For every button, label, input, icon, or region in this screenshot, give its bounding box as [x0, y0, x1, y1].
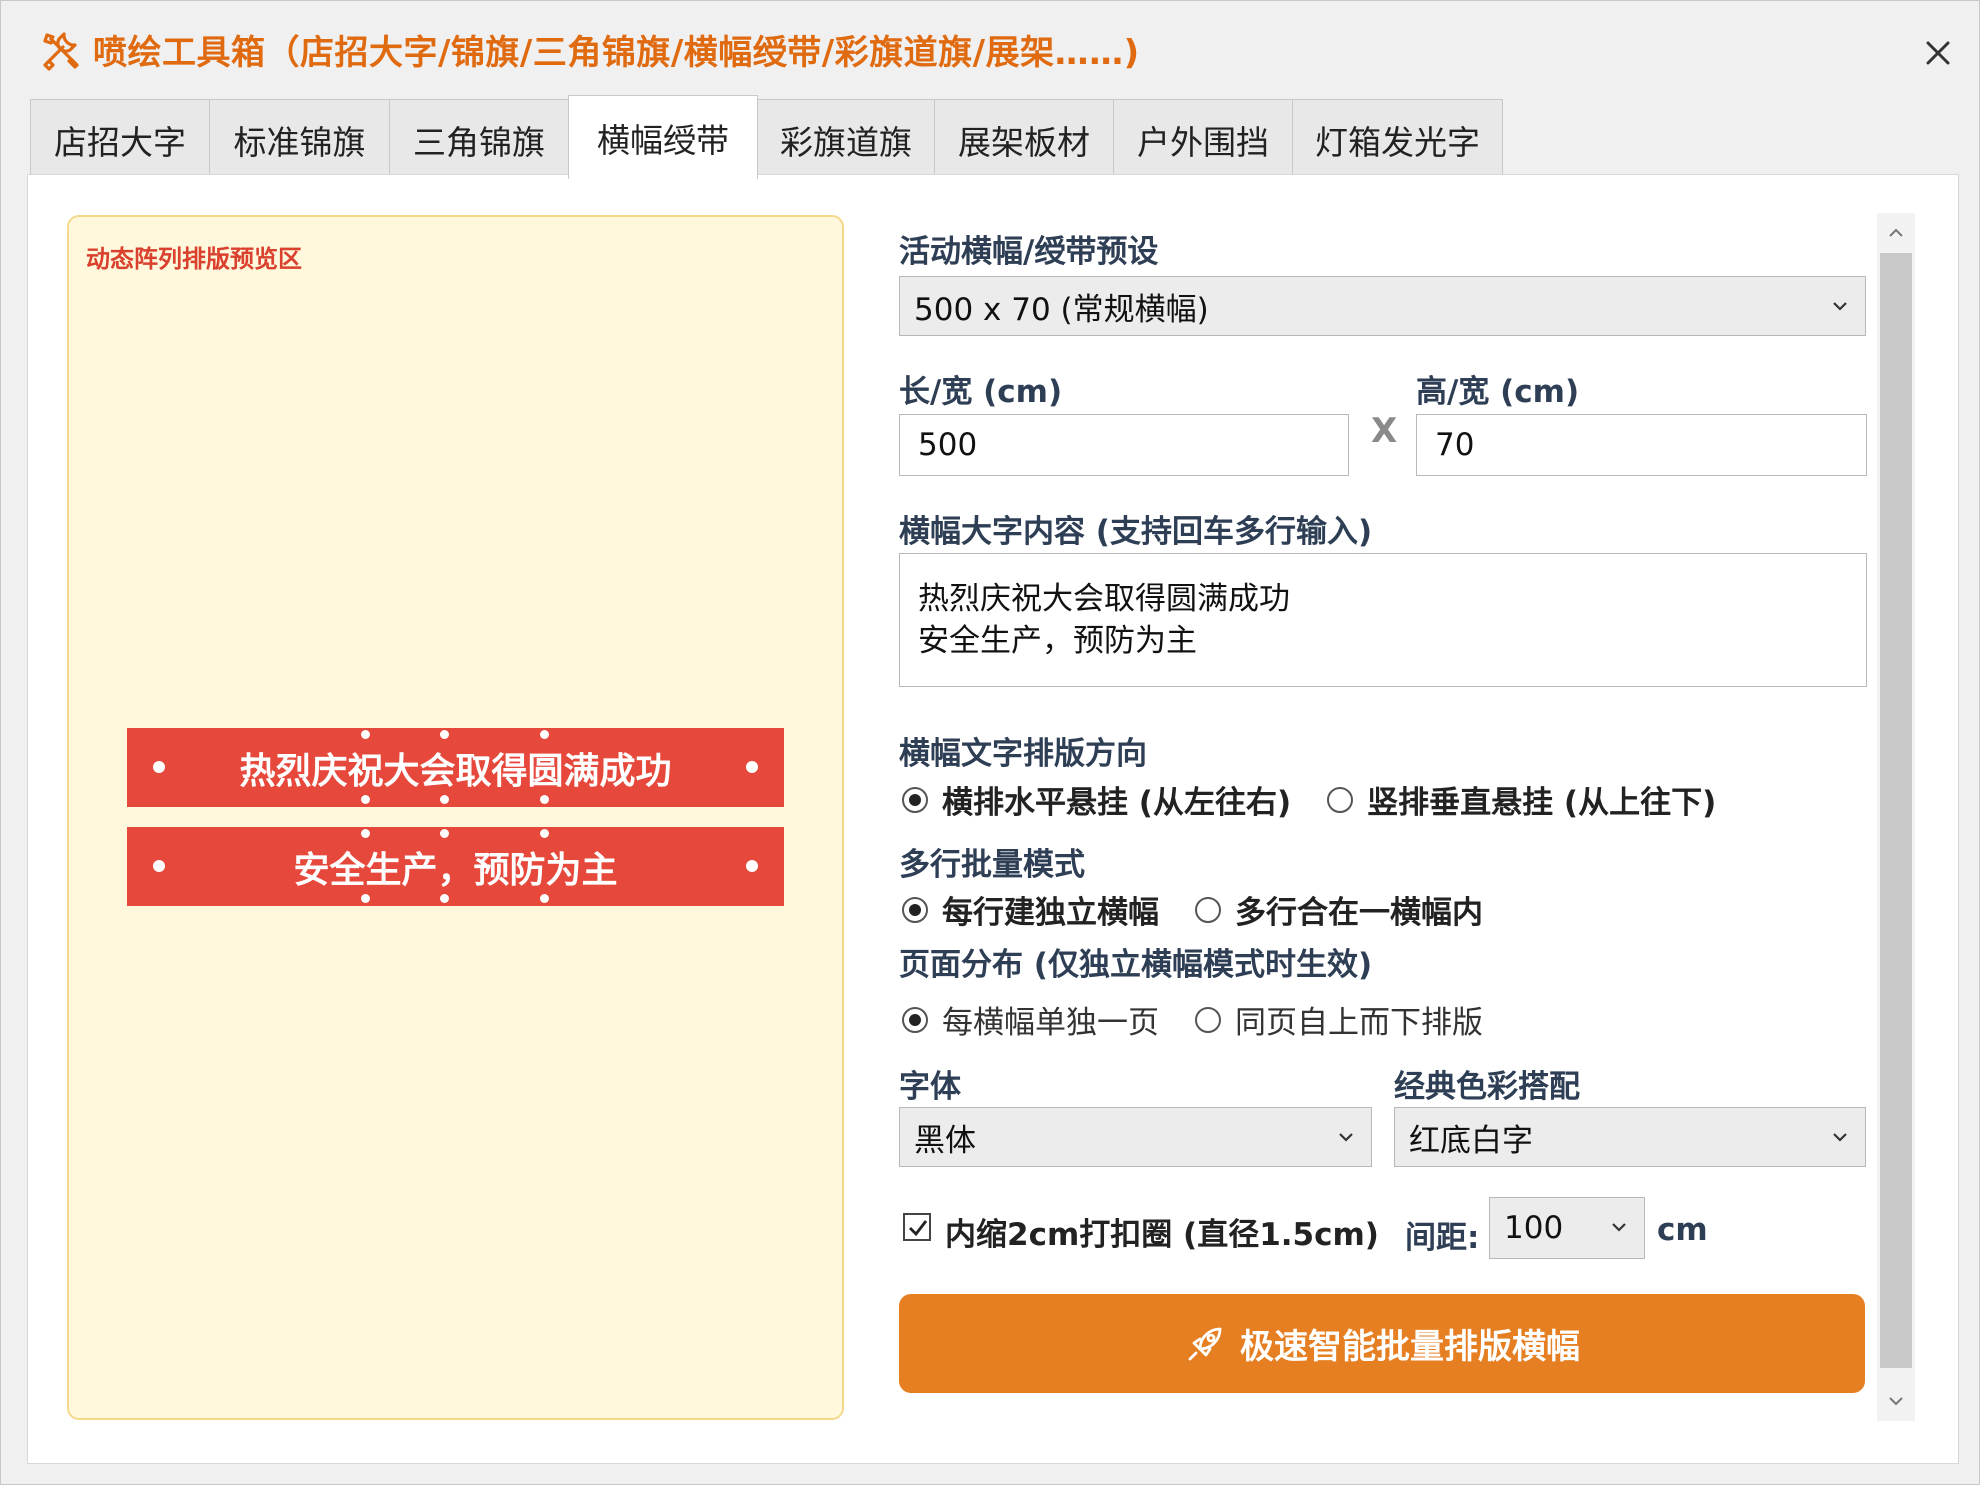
- font-value: 黑体: [914, 1122, 976, 1159]
- radio-stacked-page[interactable]: [1195, 1006, 1221, 1033]
- content-label: 横幅大字内容 (支持回车多行输入): [899, 514, 1373, 550]
- direction-options: 横排水平悬挂 (从左往右) 竖排垂直悬挂 (从上往下): [902, 777, 1752, 822]
- radio-combined-banner[interactable]: [1195, 896, 1221, 923]
- content-line: 安全生产，预防为主: [918, 623, 1197, 659]
- spacing-unit: cm: [1657, 1212, 1708, 1248]
- radio-vertical[interactable]: [1327, 786, 1354, 813]
- content-textarea[interactable]: 热烈庆祝大会取得圆满成功 安全生产，预防为主: [899, 553, 1867, 687]
- grommet: [540, 730, 549, 739]
- grommet: [746, 761, 758, 773]
- check-icon: [909, 1220, 928, 1237]
- tab-banner-sash[interactable]: 横幅绶带: [568, 95, 758, 179]
- radio-one-per-page-label: 每横幅单独一页: [942, 1005, 1159, 1041]
- radio-separate-banners-label: 每行建独立横幅: [942, 895, 1159, 931]
- grommet: [746, 860, 758, 872]
- grommet: [153, 860, 165, 872]
- tools-icon: [43, 32, 79, 71]
- batch-layout-button[interactable]: 极速智能批量排版横幅: [899, 1294, 1865, 1393]
- scroll-up-icon[interactable]: [1877, 213, 1915, 253]
- title-bar: 喷绘工具箱（店招大字/锦旗/三角锦旗/横幅绶带/彩旗道旗/展架……): [1, 1, 1980, 97]
- grommet: [361, 894, 370, 903]
- scroll-thumb[interactable]: [1880, 253, 1912, 1368]
- batch-layout-label: 极速智能批量排版横幅: [1240, 1327, 1580, 1367]
- grommet: [540, 795, 549, 804]
- chevron-down-icon: [1833, 1133, 1847, 1142]
- tab-display-stand[interactable]: 展架板材: [934, 99, 1114, 179]
- font-select[interactable]: 黑体: [899, 1107, 1372, 1167]
- grommet: [440, 795, 449, 804]
- window-title: 喷绘工具箱（店招大字/锦旗/三角锦旗/横幅绶带/彩旗道旗/展架……): [93, 33, 1140, 73]
- height-input[interactable]: 70: [1416, 414, 1867, 476]
- grommet: [361, 829, 370, 838]
- font-label: 字体: [899, 1069, 961, 1105]
- radio-combined-banner-label: 多行合在一横幅内: [1235, 895, 1483, 931]
- grommet: [540, 829, 549, 838]
- multiline-options: 每行建独立横幅 多行合在一横幅内: [902, 887, 1519, 932]
- radio-separate-banners[interactable]: [902, 896, 928, 923]
- tab-lightbox[interactable]: 灯箱发光字: [1292, 99, 1503, 179]
- page-options: 每横幅单独一页 同页自上而下排版: [902, 997, 1519, 1042]
- length-input[interactable]: 500: [899, 414, 1349, 476]
- color-scheme-select[interactable]: 红底白字: [1394, 1107, 1866, 1167]
- tab-triangle-pennant[interactable]: 三角锦旗: [389, 99, 569, 179]
- grommet-checkbox[interactable]: [903, 1213, 931, 1241]
- preset-select[interactable]: 500 x 70 (常规横幅): [899, 276, 1866, 336]
- grommet: [540, 894, 549, 903]
- rocket-icon: [1188, 1327, 1222, 1360]
- length-label: 长/宽 (cm): [899, 374, 1063, 410]
- radio-horizontal[interactable]: [902, 786, 928, 813]
- color-scheme-value: 红底白字: [1409, 1122, 1533, 1159]
- grommet: [361, 795, 370, 804]
- radio-vertical-label: 竖排垂直悬挂 (从上往下): [1367, 785, 1717, 821]
- banner-preview: 热烈庆祝大会取得圆满成功: [127, 728, 784, 807]
- spacing-select[interactable]: 100: [1489, 1197, 1645, 1259]
- banner-preview: 安全生产，预防为主: [127, 827, 784, 906]
- vertical-scrollbar[interactable]: [1877, 213, 1915, 1421]
- grommet-label: 内缩2cm打扣圈 (直径1.5cm): [945, 1217, 1379, 1253]
- grommet: [440, 829, 449, 838]
- direction-label: 横幅文字排版方向: [899, 736, 1147, 772]
- grommet: [153, 761, 165, 773]
- scroll-down-icon[interactable]: [1877, 1381, 1915, 1421]
- content-line: 热烈庆祝大会取得圆满成功: [918, 581, 1290, 617]
- height-label: 高/宽 (cm): [1416, 374, 1580, 410]
- multiline-label: 多行批量模式: [899, 847, 1085, 883]
- color-scheme-label: 经典色彩搭配: [1394, 1069, 1580, 1105]
- radio-horizontal-label: 横排水平悬挂 (从左往右): [942, 785, 1292, 821]
- preview-label: 动态阵列排版预览区: [86, 245, 302, 273]
- preset-value: 500 x 70 (常规横幅): [914, 291, 1209, 328]
- banner-text: 安全生产，预防为主: [293, 849, 618, 891]
- tab-outdoor-hoarding[interactable]: 户外围挡: [1113, 99, 1293, 179]
- tab-bar: 店招大字 标准锦旗 三角锦旗 横幅绶带 彩旗道旗 展架板材 户外围挡 灯箱发光字: [30, 95, 1503, 179]
- spacing-label: 间距:: [1405, 1220, 1480, 1256]
- tab-shop-sign[interactable]: 店招大字: [30, 99, 210, 179]
- page-label: 页面分布 (仅独立横幅模式时生效): [899, 947, 1373, 983]
- tab-flags[interactable]: 彩旗道旗: [757, 99, 935, 179]
- chevron-down-icon: [1833, 302, 1847, 311]
- radio-stacked-page-label: 同页自上而下排版: [1235, 1005, 1483, 1041]
- spacing-value: 100: [1504, 1210, 1564, 1246]
- grommet: [361, 730, 370, 739]
- radio-one-per-page[interactable]: [902, 1006, 928, 1033]
- toolbox-window: 喷绘工具箱（店招大字/锦旗/三角锦旗/横幅绶带/彩旗道旗/展架……) 店招大字 …: [0, 0, 1980, 1485]
- grommet: [440, 894, 449, 903]
- preview-area: 动态阵列排版预览区 热烈庆祝大会取得圆满成功 安全生产，预防为主: [67, 215, 844, 1420]
- tab-standard-pennant[interactable]: 标准锦旗: [209, 99, 390, 179]
- chevron-down-icon: [1612, 1223, 1626, 1232]
- preset-label: 活动横幅/绶带预设: [899, 234, 1159, 270]
- close-icon[interactable]: [1916, 31, 1960, 75]
- banner-text: 热烈庆祝大会取得圆满成功: [239, 750, 672, 792]
- times-sign: X: [1371, 411, 1398, 451]
- chevron-down-icon: [1339, 1133, 1353, 1142]
- grommet: [440, 730, 449, 739]
